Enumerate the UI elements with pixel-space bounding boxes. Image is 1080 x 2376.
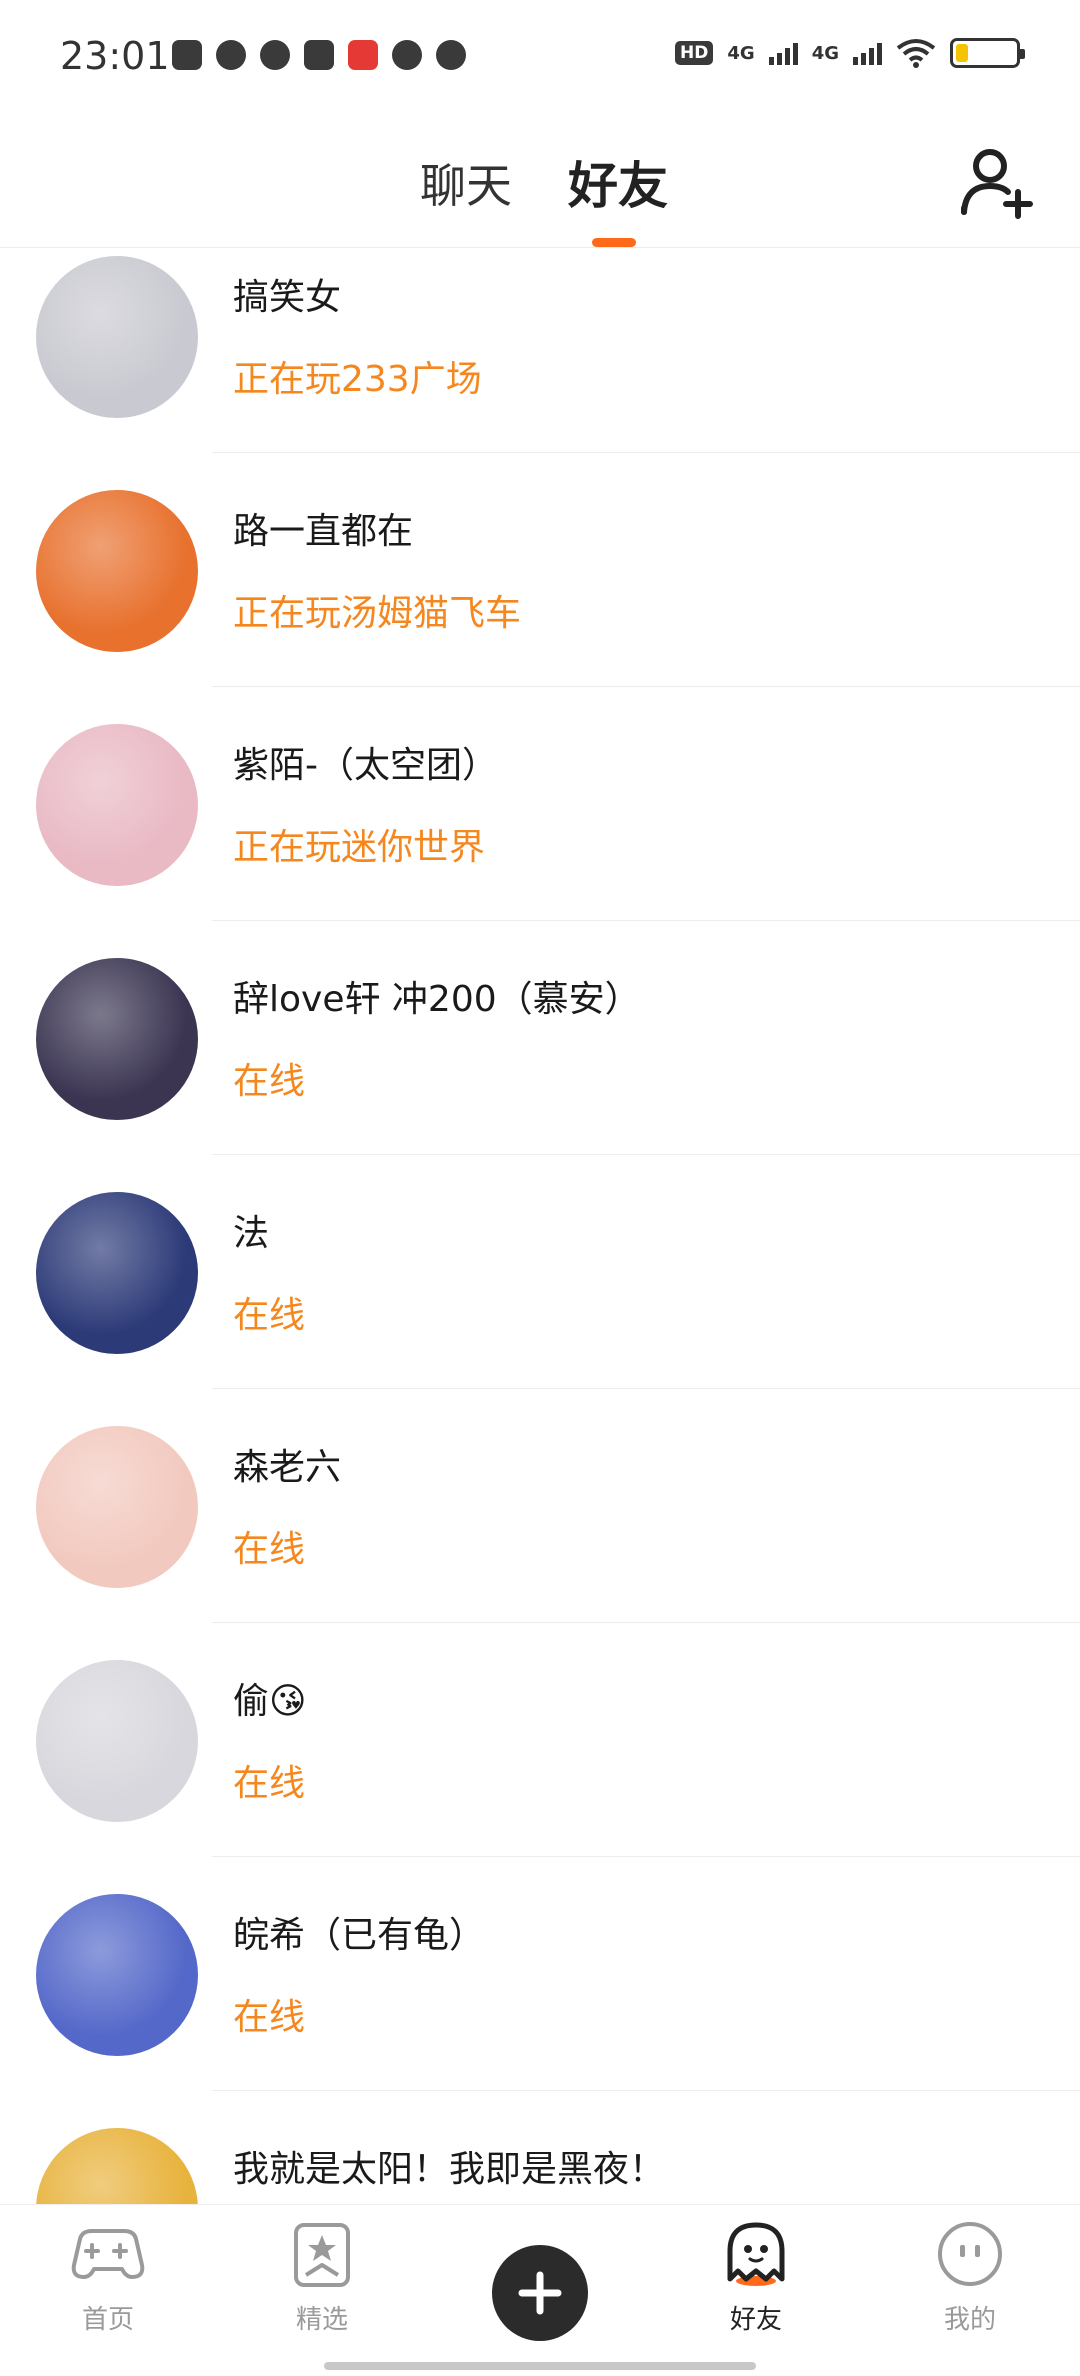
create-button[interactable]	[492, 2245, 588, 2341]
header: 聊天 好友	[0, 120, 1080, 248]
avatar[interactable]	[36, 724, 198, 886]
friend-name: 路一直都在	[233, 511, 414, 552]
active-tab-indicator	[592, 238, 636, 247]
nav-label: 精选	[295, 2305, 348, 2335]
friend-row[interactable]: 森老六 在线	[0, 1420, 1080, 1654]
gamepad-icon	[71, 2229, 145, 2279]
friend-status: 在线	[233, 1295, 306, 1336]
friend-status: 正在玩汤姆猫飞车	[233, 593, 522, 634]
divider	[212, 920, 1080, 921]
divider	[212, 1856, 1080, 1857]
friend-name: 紫陌-（太空团）	[233, 745, 498, 786]
hd-badge: HD	[675, 41, 714, 65]
sim1-network-label: 4G	[727, 42, 755, 64]
status-app-icons	[172, 40, 466, 70]
divider	[212, 2090, 1080, 2091]
tab-chat[interactable]: 聊天	[420, 150, 512, 216]
add-user-icon[interactable]	[958, 142, 1038, 222]
nav-label: 首页	[81, 2305, 134, 2335]
nav-me[interactable]: 我的	[900, 2219, 1040, 2336]
tab-friends[interactable]: 好友	[568, 146, 668, 218]
avatar[interactable]	[36, 1894, 198, 2056]
friend-status: 在线	[233, 1997, 306, 2038]
friend-name: 法	[233, 1213, 270, 1254]
divider	[212, 452, 1080, 453]
status-indicators: HD 4G 4G	[675, 38, 1025, 68]
divider	[212, 1154, 1080, 1155]
book-app-icon	[304, 40, 334, 70]
friend-row[interactable]: 我就是太阳！我即是黑夜！	[0, 2122, 1080, 2204]
friend-name: 我就是太阳！我即是黑夜！	[233, 2149, 666, 2190]
avatar[interactable]	[36, 1426, 198, 1588]
speed-app-icon	[216, 40, 246, 70]
signal-icon	[768, 41, 798, 65]
avatar[interactable]	[36, 1192, 198, 1354]
friend-row[interactable]: 皖希（已有龟） 在线	[0, 1888, 1080, 2122]
friend-status: 正在玩233广场	[233, 359, 482, 400]
home-indicator[interactable]	[324, 2362, 756, 2370]
divider	[212, 1622, 1080, 1623]
sim2-network-label: 4G	[811, 42, 839, 64]
heart-app-icon	[260, 40, 290, 70]
plus-icon	[518, 2271, 562, 2315]
avatar[interactable]	[36, 2128, 198, 2204]
friend-status: 在线	[233, 1061, 306, 1102]
friend-status: 正在玩迷你世界	[233, 827, 486, 868]
bottom-nav: 首页 精选 好友 我的	[0, 2204, 1080, 2376]
friend-name: 搞笑女	[233, 277, 342, 318]
avatar[interactable]	[36, 958, 198, 1120]
friend-status: 在线	[233, 1529, 306, 1570]
status-time: 23:01	[60, 34, 170, 78]
friend-row[interactable]: 紫陌-（太空团） 正在玩迷你世界	[0, 718, 1080, 952]
tiktok-app-icon	[392, 40, 422, 70]
nav-label: 我的	[943, 2305, 996, 2335]
avatar[interactable]	[36, 256, 198, 418]
divider	[212, 1388, 1080, 1389]
friend-status: 在线	[233, 1763, 306, 1804]
avatar[interactable]	[36, 1660, 198, 1822]
battery-icon	[950, 38, 1025, 68]
friend-row[interactable]: 偷😘 在线	[0, 1654, 1080, 1888]
ghost-icon	[727, 2222, 785, 2286]
scan-app-icon	[172, 40, 202, 70]
nav-featured[interactable]: 精选	[252, 2219, 392, 2336]
divider	[212, 686, 1080, 687]
nav-home[interactable]: 首页	[38, 2219, 178, 2336]
avatar[interactable]	[36, 490, 198, 652]
battery-fill	[956, 44, 968, 62]
friend-name: 辞love轩 冲200（慕安）	[233, 979, 641, 1020]
friend-row[interactable]: 法 在线	[0, 1186, 1080, 1420]
friend-name: 森老六	[233, 1447, 342, 1488]
face-icon	[938, 2222, 1002, 2286]
friend-list[interactable]: 搞笑女 正在玩233广场 路一直都在 正在玩汤姆猫飞车 紫陌-（太空团） 正在玩…	[0, 250, 1080, 2204]
nav-label: 好友	[729, 2305, 782, 2335]
friend-row[interactable]: 搞笑女 正在玩233广场	[0, 250, 1080, 484]
nav-friends[interactable]: 好友	[686, 2219, 826, 2336]
friend-row[interactable]: 路一直都在 正在玩汤姆猫飞车	[0, 484, 1080, 718]
wifi-icon	[896, 39, 936, 68]
bookmark-star-icon	[294, 2223, 350, 2287]
status-bar: 23:01 HD 4G 4G	[0, 0, 1080, 120]
friend-name: 皖希（已有龟）	[233, 1915, 486, 1956]
toutiao-app-icon	[348, 40, 378, 70]
friend-name: 偷😘	[233, 1681, 307, 1722]
ghost-app-icon	[436, 40, 466, 70]
signal-icon	[853, 41, 882, 65]
friend-row[interactable]: 辞love轩 冲200（慕安） 在线	[0, 952, 1080, 1186]
